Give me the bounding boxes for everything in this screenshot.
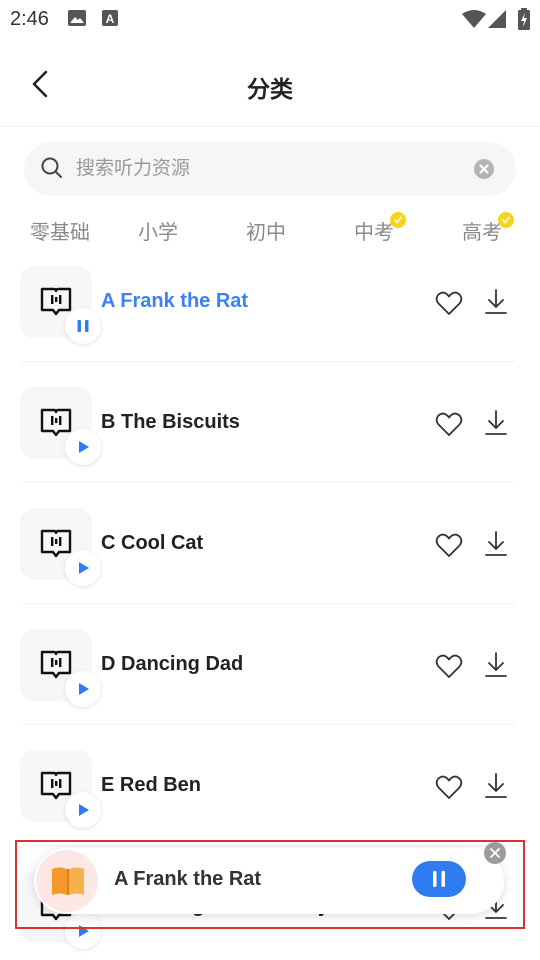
download-icon[interactable] xyxy=(484,651,508,684)
cellular-icon xyxy=(488,10,506,33)
list-item[interactable]: B The Biscuits xyxy=(0,383,540,504)
clear-search-icon[interactable] xyxy=(474,159,494,184)
search-input[interactable] xyxy=(76,142,456,196)
play-icon[interactable] xyxy=(65,671,101,707)
category-tabs: 零基础 小学 初中 中考 高考 xyxy=(0,208,540,252)
tab-badge-icon xyxy=(498,212,514,228)
page-title: 分类 xyxy=(247,76,293,102)
favorite-heart-icon[interactable] xyxy=(435,532,463,563)
list-item[interactable]: C Cool Cat xyxy=(0,504,540,625)
list-item-title: E Red Ben xyxy=(101,774,202,796)
pause-icon[interactable] xyxy=(65,308,101,344)
download-icon[interactable] xyxy=(484,288,508,321)
download-icon[interactable] xyxy=(484,409,508,442)
search-icon xyxy=(40,156,64,185)
row-divider xyxy=(22,724,516,725)
tab-primary-school[interactable]: 小学 xyxy=(138,216,178,245)
status-time: 2:46 xyxy=(10,8,49,30)
list-item-title: C Cool Cat xyxy=(101,532,204,554)
tab-junior-high[interactable]: 初中 xyxy=(246,216,286,245)
play-icon[interactable] xyxy=(65,550,101,586)
tab-high-school-entrance[interactable]: 中考 xyxy=(354,212,406,245)
list-item-title: A Frank the Rat xyxy=(101,290,249,312)
row-divider xyxy=(22,361,516,362)
list-item[interactable]: D Dancing Dad xyxy=(0,625,540,746)
list-item[interactable]: A Frank the Rat xyxy=(0,262,540,383)
list-item-title: D Dancing Dad xyxy=(101,653,244,675)
tab-label: 中考 xyxy=(354,222,394,244)
tab-label: 小学 xyxy=(138,222,178,244)
text-a-icon: A xyxy=(102,10,118,31)
wifi-icon xyxy=(462,10,486,33)
favorite-heart-icon[interactable] xyxy=(435,411,463,442)
tab-label: 初中 xyxy=(246,222,286,244)
tab-zero-basics[interactable]: 零基础 xyxy=(30,216,90,245)
search-bar[interactable] xyxy=(24,142,516,196)
download-icon[interactable] xyxy=(484,530,508,563)
favorite-heart-icon[interactable] xyxy=(435,290,463,321)
svg-text:A: A xyxy=(106,12,115,26)
download-icon[interactable] xyxy=(484,772,508,805)
battery-charging-icon xyxy=(518,8,530,35)
tab-badge-icon xyxy=(390,212,406,228)
play-icon[interactable] xyxy=(65,792,101,828)
header-divider xyxy=(0,126,540,127)
status-bar: 2:46 A xyxy=(0,0,540,38)
tab-college-entrance[interactable]: 高考 xyxy=(462,212,514,245)
row-divider xyxy=(22,482,516,483)
header: 分类 xyxy=(0,50,540,122)
favorite-heart-icon[interactable] xyxy=(435,774,463,805)
row-divider xyxy=(22,603,516,604)
tab-label: 高考 xyxy=(462,222,502,244)
tab-label: 零基础 xyxy=(30,222,90,244)
highlight-box xyxy=(15,840,525,929)
list-item-title: B The Biscuits xyxy=(101,411,240,433)
image-icon xyxy=(68,10,86,31)
play-icon[interactable] xyxy=(65,429,101,465)
favorite-heart-icon[interactable] xyxy=(435,653,463,684)
